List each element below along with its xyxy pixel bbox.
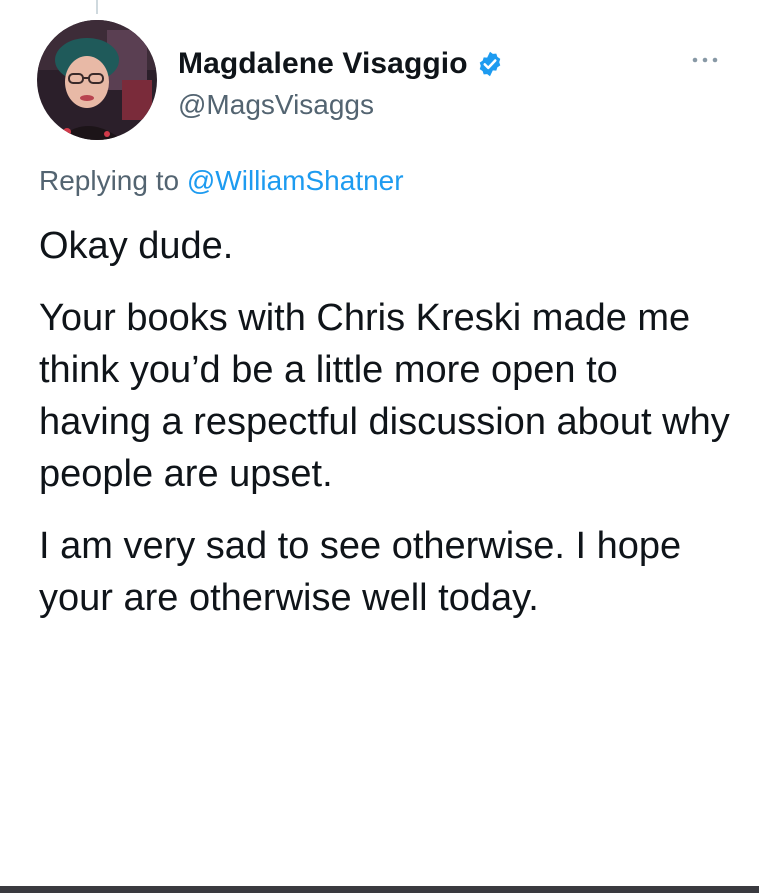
tweet-paragraph: Okay dude. (39, 225, 234, 267)
more-options-button[interactable] (688, 50, 722, 70)
reply-mention-link[interactable]: @WilliamShatner (187, 165, 404, 196)
thread-connector-line (96, 0, 98, 14)
profile-photo-icon (37, 20, 157, 140)
replying-to-label: Replying to (39, 165, 180, 196)
bottom-divider (0, 886, 759, 893)
verified-badge-icon (476, 50, 504, 78)
author-name-row: Magdalene Visaggio (178, 44, 504, 84)
more-options-icon (692, 57, 718, 63)
tweet-paragraph: I am very sad to see otherwise. I hope y… (39, 525, 682, 619)
author-handle[interactable]: @MagsVisaggs (178, 89, 374, 121)
replying-to-line: Replying to @WilliamShatner (39, 165, 404, 197)
avatar[interactable] (37, 20, 157, 140)
tweet-text: Okay dude. Your books with Chris Kreski … (39, 220, 739, 644)
author-display-name[interactable]: Magdalene Visaggio (178, 47, 468, 81)
tweet-paragraph: Your books with Chris Kreski made me thi… (39, 297, 730, 495)
